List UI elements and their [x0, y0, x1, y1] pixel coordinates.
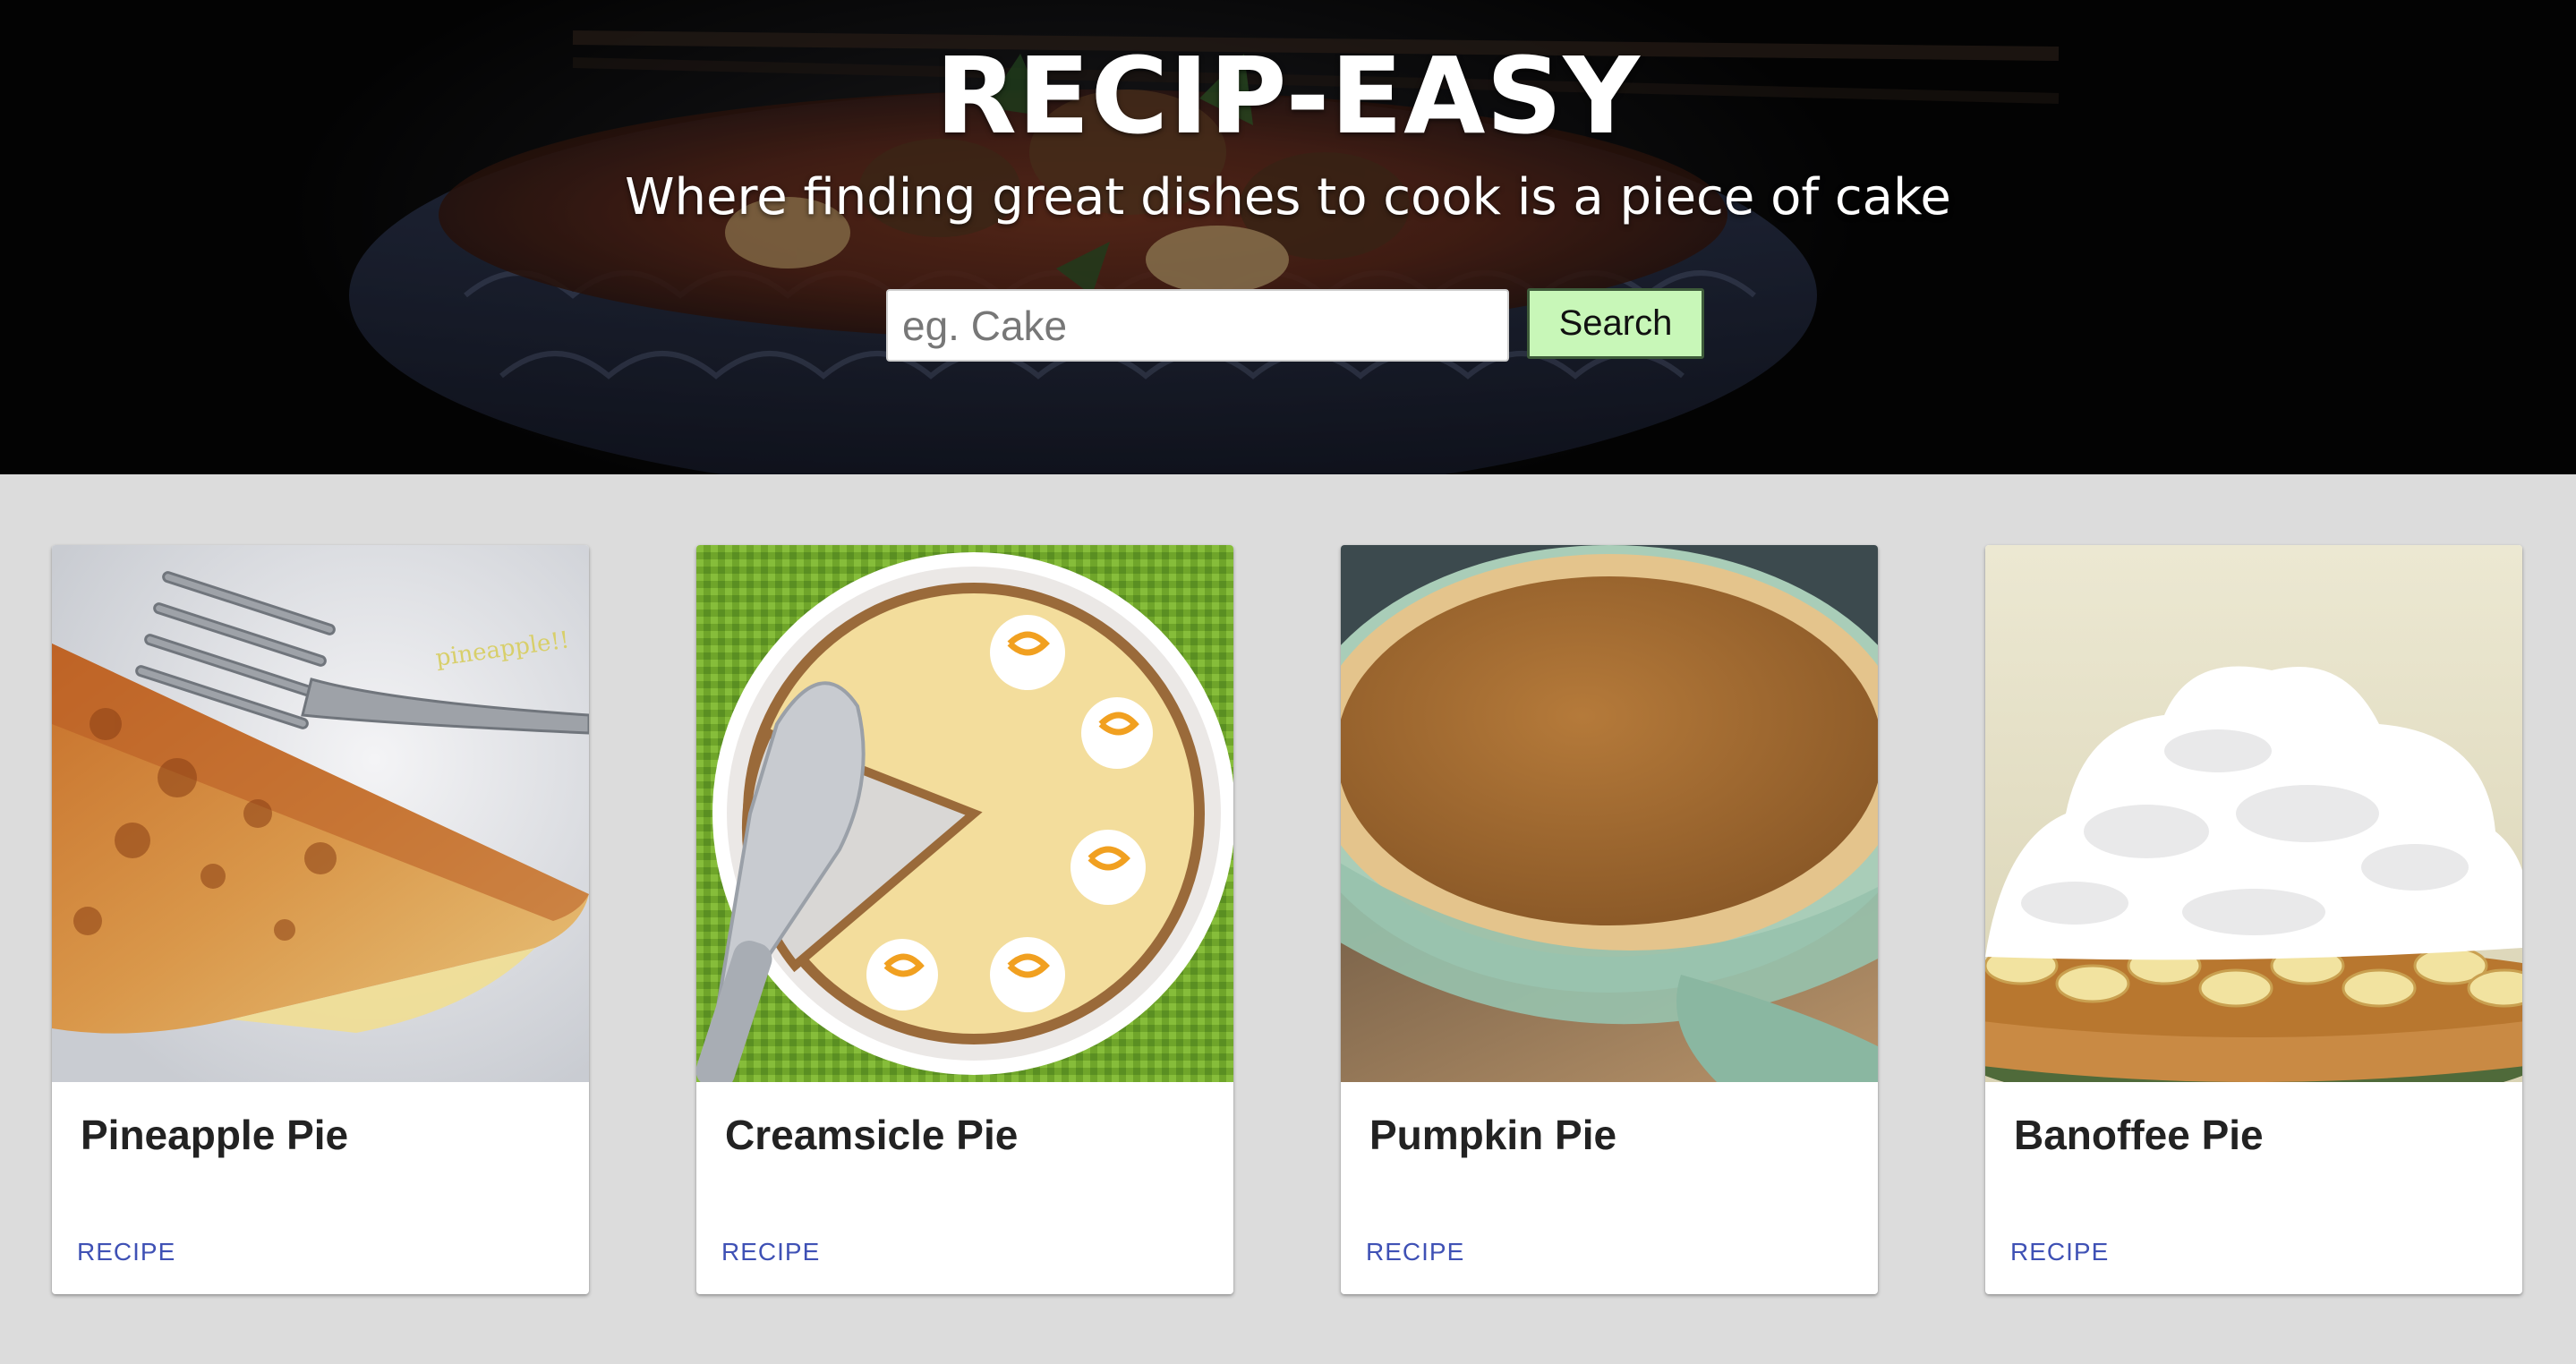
pumpkin-pie-photo	[1341, 545, 1878, 1082]
banoffee-pie-photo	[1985, 545, 2522, 1082]
pineapple-pie-photo: pineapple!!	[52, 545, 589, 1082]
recipe-card: Pumpkin Pie Recipe	[1341, 545, 1878, 1294]
site-title: RECIP-EASY	[935, 34, 1641, 158]
site-tagline: Where finding great dishes to cook is a …	[625, 168, 1951, 226]
creamsicle-pie-photo	[696, 545, 1233, 1082]
search-button[interactable]: Search	[1527, 288, 1704, 359]
recipe-image	[1341, 545, 1878, 1082]
recipe-title: Pumpkin Pie	[1369, 1112, 1617, 1158]
recipe-card: Creamsicle Pie Recipe	[696, 545, 1233, 1294]
recipe-title: Creamsicle Pie	[725, 1112, 1019, 1158]
search-input[interactable]	[886, 289, 1509, 362]
recipe-link[interactable]: Recipe	[2010, 1238, 2109, 1266]
recipe-title: Pineapple Pie	[81, 1112, 349, 1158]
hero-banner: RECIP-EASY Where finding great dishes to…	[0, 0, 2576, 474]
recipe-image: pineapple!!	[52, 545, 589, 1082]
recipe-title: Banoffee Pie	[2014, 1112, 2264, 1158]
recipe-link[interactable]: Recipe	[77, 1238, 175, 1266]
recipe-image	[696, 545, 1233, 1082]
recipe-card: Banoffee Pie Recipe	[1985, 545, 2522, 1294]
recipe-card: pineapple!! Pineapple Pie Recipe	[52, 545, 589, 1294]
recipe-image	[1985, 545, 2522, 1082]
recipe-link[interactable]: Recipe	[1366, 1238, 1464, 1266]
recipe-link[interactable]: Recipe	[721, 1238, 820, 1266]
